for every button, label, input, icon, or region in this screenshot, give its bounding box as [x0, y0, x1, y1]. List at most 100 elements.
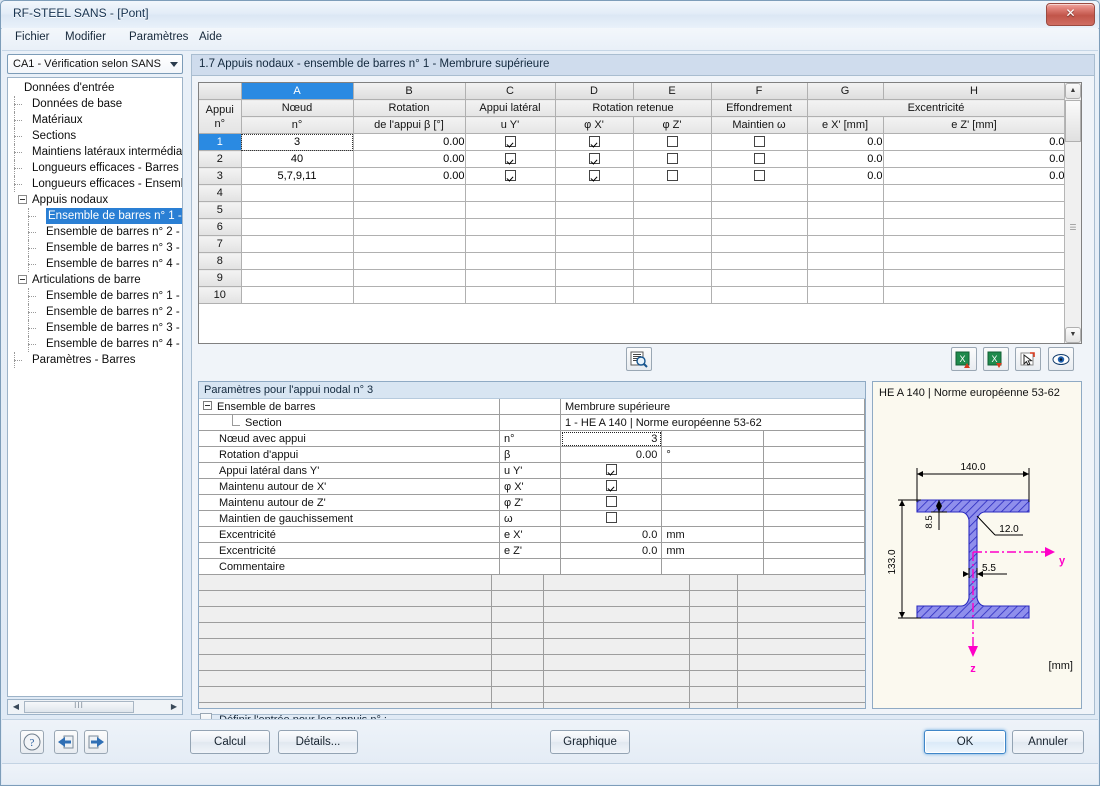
grid-cell[interactable]	[807, 218, 884, 236]
tree-item[interactable]: Ensemble de barres n° 4 - Membrure	[8, 336, 182, 352]
params-row-value[interactable]: 0.0	[560, 542, 663, 559]
view-mode-button[interactable]	[1048, 347, 1074, 371]
table-row[interactable]: 10	[199, 286, 1066, 304]
grid-row-header[interactable]: 7	[199, 235, 242, 253]
search-grid-button[interactable]	[626, 347, 652, 371]
grid-cell[interactable]: 40	[241, 150, 354, 168]
grid-checkbox-cell[interactable]	[555, 269, 634, 287]
tree-item[interactable]: Longueurs efficaces - Barres	[8, 160, 182, 176]
grid-column-header-F[interactable]: F	[711, 83, 808, 100]
tree-item[interactable]: Longueurs efficaces - Ensembles de barre…	[8, 176, 182, 192]
grid-checkbox-cell[interactable]	[465, 269, 556, 287]
hscroll-thumb[interactable]	[24, 701, 134, 713]
nodal-supports-grid[interactable]: ABCDEFGHIAppuin°NœudRotationAppui latéra…	[198, 82, 1082, 344]
grid-cell[interactable]	[883, 269, 1066, 287]
grid-column-header-B[interactable]: B	[353, 83, 466, 100]
params-row[interactable]: Appui latéral dans Y' u Y'	[199, 462, 865, 479]
grid-vscrollbar[interactable]: ▲ ☰ ▼	[1064, 83, 1081, 343]
grid-cell[interactable]	[883, 218, 1066, 236]
grid-row-header[interactable]: 5	[199, 201, 242, 219]
params-row-value[interactable]: 0.00	[560, 446, 663, 463]
grid-cell[interactable]	[353, 286, 466, 304]
checkbox-icon[interactable]	[666, 152, 678, 164]
grid-cell[interactable]: 0.0	[807, 133, 884, 151]
grid-checkbox-cell[interactable]	[633, 167, 712, 185]
grid-cell[interactable]	[807, 235, 884, 253]
grid-checkbox-cell[interactable]	[465, 150, 556, 168]
params-row[interactable]: Nœud avec appui n° 3	[199, 430, 865, 447]
checkbox-icon[interactable]	[753, 152, 765, 164]
params-row[interactable]: Commentaire	[199, 558, 865, 575]
tree-item[interactable]: Ensemble de barres n° 2 - Membrure infér…	[8, 304, 182, 320]
grid-cell[interactable]	[883, 286, 1066, 304]
table-row[interactable]: 9	[199, 269, 1066, 287]
tree-item[interactable]: Sections	[8, 128, 182, 144]
checkbox-icon[interactable]	[504, 135, 516, 147]
menu-item-parametres[interactable]: Paramètres	[122, 31, 195, 47]
params-row-value[interactable]	[560, 510, 663, 527]
grid-checkbox-cell[interactable]	[555, 235, 634, 253]
grid-cell[interactable]	[241, 218, 354, 236]
grid-cell[interactable]	[353, 218, 466, 236]
import-excel-button[interactable]: X	[951, 347, 977, 371]
params-row[interactable]: Excentricité e X' 0.0 mm	[199, 526, 865, 543]
params-row-value[interactable]: 1 - HE A 140 | Norme européenne 53-62	[560, 414, 865, 431]
grid-checkbox-cell[interactable]	[633, 201, 712, 219]
grid-cell[interactable]	[883, 252, 1066, 270]
checkbox-icon[interactable]	[666, 169, 678, 181]
grid-cell[interactable]: 5,7,9,11	[241, 167, 354, 185]
grid-checkbox-cell[interactable]	[711, 167, 808, 185]
grid-cell[interactable]	[353, 269, 466, 287]
grid-column-header-H[interactable]: H	[883, 83, 1066, 100]
export-excel-button[interactable]: X	[983, 347, 1009, 371]
tree-item[interactable]: Données d'entrée	[8, 80, 182, 96]
tree-item[interactable]: Données de base	[8, 96, 182, 112]
grid-checkbox-cell[interactable]	[555, 167, 634, 185]
grid-cell[interactable]	[353, 201, 466, 219]
grid-checkbox-cell[interactable]	[633, 235, 712, 253]
grid-checkbox-cell[interactable]	[555, 184, 634, 202]
grid-cell[interactable]: 0.0	[883, 133, 1066, 151]
calcul-button[interactable]: Calcul	[190, 730, 270, 754]
pick-in-model-button[interactable]	[1015, 347, 1041, 371]
params-row[interactable]: Maintenu autour de Z' φ Z'	[199, 494, 865, 511]
grid-column-header-C[interactable]: C	[465, 83, 556, 100]
grid-checkbox-cell[interactable]	[555, 218, 634, 236]
table-row[interactable]: 4	[199, 184, 1066, 202]
params-row-value[interactable]	[560, 494, 663, 511]
grid-cell[interactable]: 0.0	[807, 167, 884, 185]
grid-cell[interactable]: 0.00	[353, 133, 466, 151]
tree-item[interactable]: Ensemble de barres n° 2 - Membrure infér…	[8, 224, 182, 240]
tree-item[interactable]: Ensemble de barres n° 3 - Membrure	[8, 320, 182, 336]
checkbox-icon[interactable]	[605, 496, 617, 507]
table-row[interactable]: 8	[199, 252, 1066, 270]
scroll-down-icon[interactable]: ▼	[1065, 327, 1081, 343]
grid-checkbox-cell[interactable]	[633, 133, 712, 151]
menu-item-modifier[interactable]: Modifier	[58, 31, 113, 47]
grid-row-header[interactable]: 2	[199, 150, 242, 168]
grid-checkbox-cell[interactable]	[711, 286, 808, 304]
grid-column-header-G[interactable]: G	[807, 83, 884, 100]
params-expander-icon[interactable]	[203, 400, 212, 410]
table-row[interactable]: 7	[199, 235, 1066, 253]
checkbox-icon[interactable]	[605, 480, 617, 491]
grid-checkbox-cell[interactable]	[465, 201, 556, 219]
grid-checkbox-cell[interactable]	[465, 167, 556, 185]
tree-item[interactable]: Ensemble de barres n° 4 - Membrure	[8, 256, 182, 272]
checkbox-icon[interactable]	[504, 152, 516, 164]
grid-checkbox-cell[interactable]	[465, 184, 556, 202]
grid-cell[interactable]	[353, 252, 466, 270]
grid-checkbox-cell[interactable]	[555, 133, 634, 151]
grid-checkbox-cell[interactable]	[465, 252, 556, 270]
grid-checkbox-cell[interactable]	[465, 235, 556, 253]
table-row[interactable]: 1 3 0.00 0.0 0.0	[199, 133, 1066, 151]
checkbox-icon[interactable]	[588, 169, 600, 181]
tree-item[interactable]: Matériaux	[8, 112, 182, 128]
grid-cell[interactable]	[241, 252, 354, 270]
grid-checkbox-cell[interactable]	[711, 218, 808, 236]
grid-cell[interactable]	[883, 235, 1066, 253]
grid-row-header[interactable]: 6	[199, 218, 242, 236]
grid-cell[interactable]: 3	[241, 133, 354, 151]
params-row[interactable]: Section 1 - HE A 140 | Norme européenne 5…	[199, 414, 865, 431]
grid-checkbox-cell[interactable]	[633, 286, 712, 304]
